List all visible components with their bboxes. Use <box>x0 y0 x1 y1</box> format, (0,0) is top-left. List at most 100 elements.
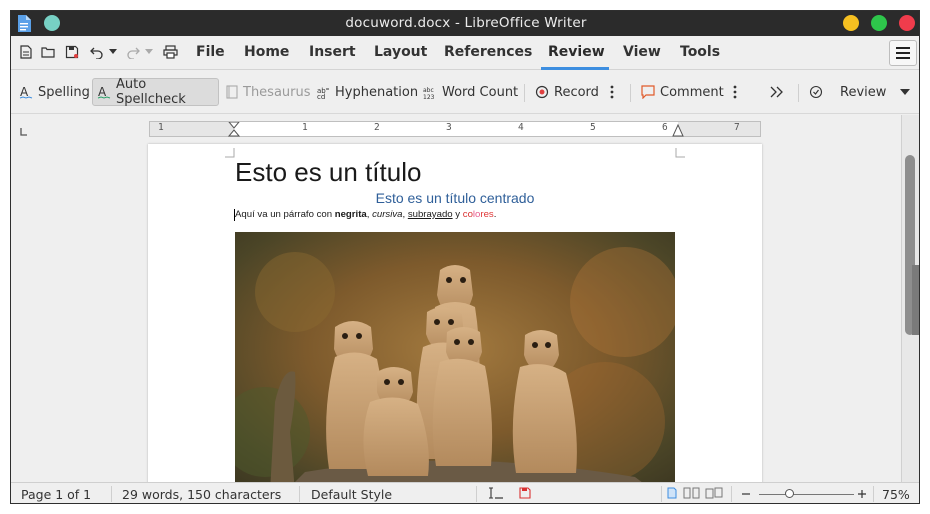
status-separator <box>476 486 477 502</box>
paragraph-bold-text: negrita <box>334 209 367 220</box>
hyphenation-button[interactable]: ab cd Hyphenation <box>312 78 422 106</box>
svg-text:123: 123 <box>423 94 435 99</box>
close-button[interactable] <box>899 15 915 31</box>
ruler-number: 2 <box>374 122 380 133</box>
hamburger-icon <box>896 47 910 59</box>
insert-mode-icon[interactable] <box>488 487 504 502</box>
hamburger-menu-button[interactable] <box>889 40 917 66</box>
svg-text:abc: abc <box>423 87 434 94</box>
thesaurus-button[interactable]: Thesaurus <box>222 78 315 106</box>
paragraph-italic-text: cursiva <box>372 209 403 220</box>
more-options-icon <box>733 85 737 99</box>
zoom-slider-knob[interactable] <box>785 489 794 498</box>
libreoffice-writer-window: docuword.docx - LibreOffice Writer File … <box>10 10 920 504</box>
record-icon <box>535 85 549 99</box>
new-document-icon[interactable] <box>17 43 35 61</box>
undo-icon[interactable] <box>88 43 106 61</box>
status-separator <box>111 486 112 502</box>
document-heading-1: Esto es un título <box>235 157 422 187</box>
menu-tab-references[interactable]: References <box>444 44 532 60</box>
paragraph-separator: y <box>452 209 463 220</box>
toolbar-separator <box>524 84 525 102</box>
review-dropdown[interactable]: Review <box>836 78 914 106</box>
status-separator <box>299 486 300 502</box>
status-separator <box>731 486 732 502</box>
print-icon[interactable] <box>161 43 179 61</box>
multi-page-view-icon[interactable] <box>683 487 701 502</box>
toolbar-separator <box>630 84 631 102</box>
comment-icon <box>641 85 655 99</box>
ruler-number: 4 <box>518 122 524 133</box>
comment-button[interactable]: Comment <box>637 78 728 106</box>
zoom-in-icon[interactable] <box>857 487 867 502</box>
ruler-number: 6 <box>662 122 668 133</box>
horizontal-ruler[interactable]: 1 1 2 3 4 5 6 7 <box>149 121 761 137</box>
ruler-number: 3 <box>446 122 452 133</box>
spelling-label: Spelling <box>38 84 90 100</box>
document-heading-2: Esto es un título centrado <box>375 190 535 206</box>
accept-change-button[interactable] <box>805 78 827 106</box>
book-view-icon[interactable] <box>705 487 723 502</box>
document-workspace[interactable]: 1 1 2 3 4 5 6 7 Esto es un título Esto e… <box>11 115 901 482</box>
record-button[interactable]: Record <box>531 78 603 106</box>
menu-tab-file[interactable]: File <box>196 44 225 60</box>
zoom-level[interactable]: 75% <box>882 487 910 502</box>
ruler-number: 5 <box>590 122 596 133</box>
thesaurus-label: Thesaurus <box>243 84 311 100</box>
ruler-number: 1 <box>158 122 164 133</box>
redo-dropdown-icon[interactable] <box>144 43 154 61</box>
status-bar: Page 1 of 1 29 words, 150 characters Def… <box>11 482 919 503</box>
menu-tab-view[interactable]: View <box>623 44 661 60</box>
single-page-view-icon[interactable] <box>667 487 677 502</box>
record-more-button[interactable] <box>606 78 618 106</box>
word-count-label: Word Count <box>442 84 519 100</box>
spelling-icon: A <box>19 85 33 99</box>
meerkats-photo[interactable] <box>235 232 675 482</box>
maximize-button[interactable] <box>871 15 887 31</box>
spelling-button[interactable]: A Spelling <box>15 78 94 106</box>
hyphenation-label: Hyphenation <box>335 84 419 100</box>
paragraph-underlined-text: subrayado <box>407 209 453 220</box>
paragraph-colored-text: co <box>462 209 473 220</box>
crop-mark-left <box>225 148 235 158</box>
comment-more-button[interactable] <box>729 78 741 106</box>
toolbar-overflow-button[interactable] <box>766 78 788 106</box>
menu-tab-layout[interactable]: Layout <box>374 44 427 60</box>
auto-spellcheck-icon: A <box>97 85 111 99</box>
status-separator <box>873 486 874 502</box>
review-toolbar: A Spelling A Auto Spellcheck Thesaurus a… <box>11 71 919 114</box>
menu-tab-home[interactable]: Home <box>244 44 289 60</box>
document-paragraph: Aquí va un párrafo con negrita, cursiva,… <box>235 209 496 220</box>
undo-dropdown-icon[interactable] <box>108 43 118 61</box>
word-count-status[interactable]: 29 words, 150 characters <box>122 487 281 502</box>
minimize-button[interactable] <box>843 15 859 31</box>
sidebar-deck-handle[interactable] <box>912 265 919 335</box>
page-count[interactable]: Page 1 of 1 <box>21 487 91 502</box>
menu-tab-tools[interactable]: Tools <box>680 44 720 60</box>
review-dropdown-label: Review <box>840 84 887 100</box>
right-indent-marker-icon[interactable] <box>672 123 684 141</box>
word-count-button[interactable]: abc 123 Word Count <box>419 78 522 106</box>
redo-icon[interactable] <box>124 43 142 61</box>
comment-label: Comment <box>660 84 724 100</box>
double-chevron-right-icon <box>770 86 783 98</box>
hyphenation-icon: ab cd <box>316 85 330 99</box>
save-icon[interactable] <box>63 43 81 61</box>
zoom-slider-track[interactable] <box>759 494 854 495</box>
auto-spellcheck-button[interactable]: A Auto Spellcheck <box>92 77 219 107</box>
menu-bar: File Home Insert Layout References Revie… <box>11 36 919 70</box>
menu-tab-review[interactable]: Review <box>548 44 605 60</box>
vertical-scrollbar[interactable] <box>901 115 919 482</box>
title-bar: docuword.docx - LibreOffice Writer <box>11 11 919 36</box>
document-page[interactable]: Esto es un título Esto es un título cent… <box>148 144 762 482</box>
svg-text:cd: cd <box>317 93 325 99</box>
zoom-out-icon[interactable] <box>741 487 751 502</box>
left-indent-marker-icon[interactable] <box>227 121 241 141</box>
menu-tab-insert[interactable]: Insert <box>309 44 356 60</box>
crop-mark-right <box>675 148 685 158</box>
status-separator <box>661 486 662 502</box>
open-folder-icon[interactable] <box>39 43 57 61</box>
document-modified-icon[interactable] <box>519 487 531 502</box>
page-style-status[interactable]: Default Style <box>311 487 392 502</box>
tab-stop-selector-icon[interactable] <box>20 125 28 140</box>
